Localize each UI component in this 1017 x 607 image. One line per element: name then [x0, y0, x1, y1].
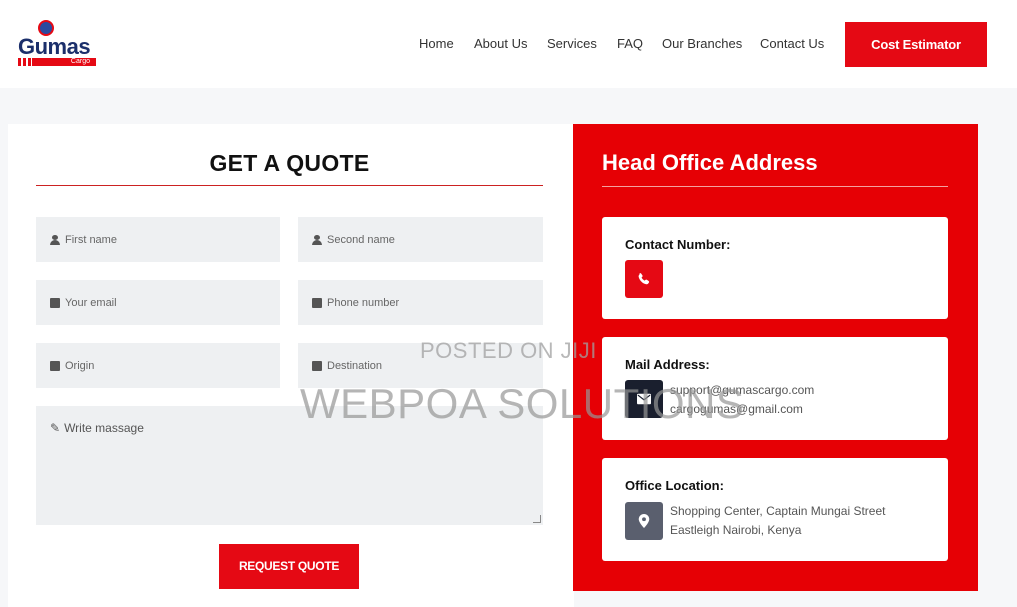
calculator-icon: [312, 360, 322, 371]
watermark-company: WEBPOA SOLUTIONS: [300, 380, 745, 427]
office-title: Head Office Address: [602, 150, 818, 175]
office-location-line-1: Shopping Center, Captain Mungai Street: [670, 504, 886, 518]
first-name-placeholder: First name: [65, 233, 117, 246]
envelope-icon: [50, 297, 60, 308]
resize-handle[interactable]: [533, 515, 541, 523]
quote-form-card: GET A QUOTE First name Second name Your …: [8, 124, 574, 607]
office-location-card: Office Location: Shopping Center, Captai…: [602, 458, 948, 561]
office-title-divider: [602, 186, 948, 187]
email-input[interactable]: Your email: [36, 280, 280, 325]
nav-faq[interactable]: FAQ: [617, 36, 643, 51]
cost-estimator-button[interactable]: Cost Estimator: [845, 22, 987, 67]
office-location-label: Office Location:: [625, 478, 724, 493]
mail-address-label: Mail Address:: [625, 357, 710, 372]
nav-our-branches[interactable]: Our Branches: [662, 36, 742, 51]
user-icon: [50, 234, 60, 245]
request-quote-button[interactable]: REQUEST QUOTE: [219, 544, 359, 589]
destination-placeholder: Destination: [327, 359, 383, 372]
second-name-placeholder: Second name: [327, 233, 395, 246]
logo-stripes: [18, 58, 32, 66]
email-placeholder: Your email: [65, 296, 117, 309]
logo-brand-name: Gumas: [18, 34, 91, 59]
nav-home[interactable]: Home: [419, 36, 454, 51]
calculator-icon: [50, 360, 60, 371]
origin-input[interactable]: Origin: [36, 343, 280, 388]
map-pin-icon: [625, 502, 663, 540]
contact-number-card: Contact Number:: [602, 217, 948, 319]
quote-title: GET A QUOTE: [209, 150, 370, 176]
phone-icon[interactable]: [625, 260, 663, 298]
logo-subtitle: Cargo: [32, 58, 96, 66]
nav-about-us[interactable]: About Us: [474, 36, 527, 51]
message-placeholder: Write massage: [64, 421, 144, 435]
head-office-panel: Head Office Address Contact Number: Mail…: [573, 124, 978, 591]
nav-services[interactable]: Services: [547, 36, 597, 51]
site-header: Gumas Cargo Home About Us Services FAQ O…: [0, 0, 1017, 88]
watermark-posted-on: POSTED ON JIJI: [420, 338, 597, 363]
quote-title-divider: [36, 185, 543, 186]
office-location-line-2: Eastleigh Nairobi, Kenya: [670, 523, 802, 537]
calculator-icon: [312, 297, 322, 308]
phone-placeholder: Phone number: [327, 296, 400, 309]
contact-number-label: Contact Number:: [625, 237, 731, 252]
first-name-input[interactable]: First name: [36, 217, 280, 262]
second-name-input[interactable]: Second name: [298, 217, 543, 262]
gumas-cargo-logo[interactable]: Gumas Cargo: [18, 18, 100, 68]
origin-placeholder: Origin: [65, 359, 95, 372]
nav-contact-us[interactable]: Contact Us: [760, 36, 824, 51]
phone-input[interactable]: Phone number: [298, 280, 543, 325]
user-icon: [312, 234, 322, 245]
pencil-icon: ✎: [50, 421, 61, 435]
